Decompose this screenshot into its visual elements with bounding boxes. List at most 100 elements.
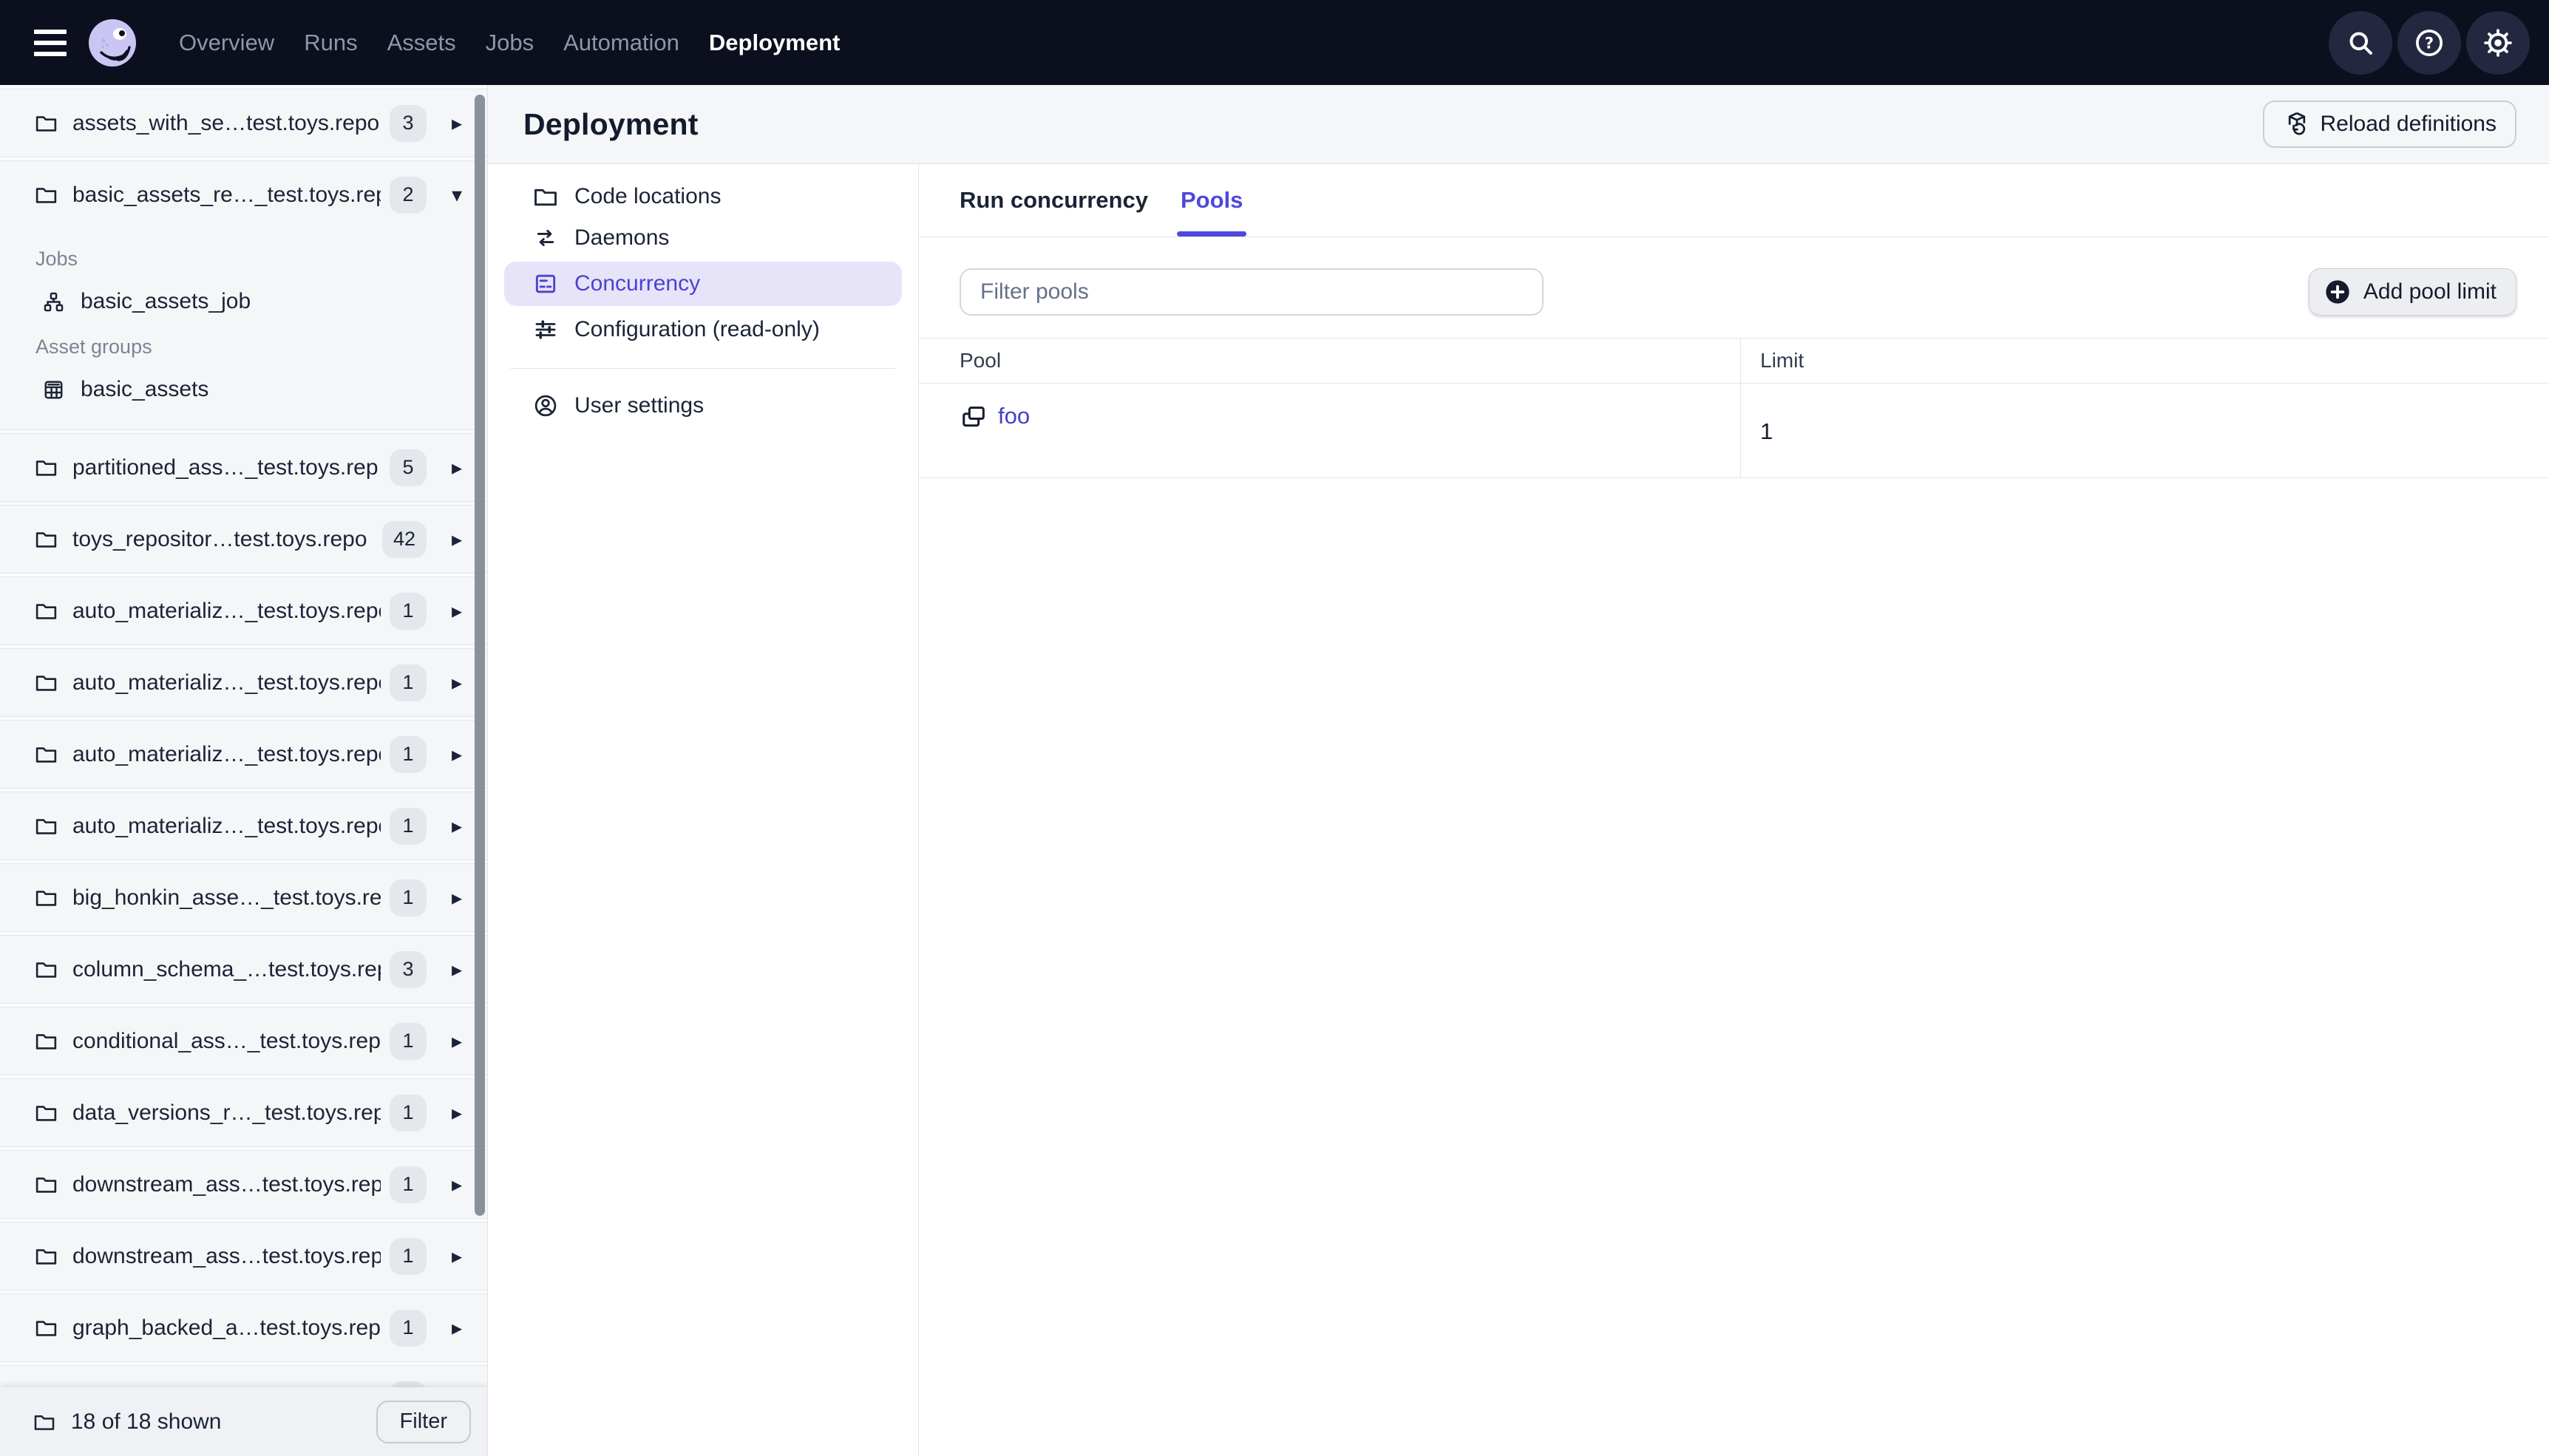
folder-icon [34,1316,58,1340]
filter-pools-input[interactable] [960,268,1544,316]
concurrency-icon [532,271,559,297]
asset-group-item[interactable]: basic_assets [0,369,487,410]
repo-name: column_schema_…test.toys.rep [72,956,381,982]
repo-count-badge: 1 [390,592,427,630]
repo-count-badge: 1 [390,1094,427,1132]
nav-link-deployment[interactable]: Deployment [709,30,840,56]
add-pool-limit-label: Add pool limit [2363,279,2497,304]
repo-count-badge: 3 [390,950,427,988]
chevron-right-icon[interactable]: ▸ [446,742,468,766]
repo-count-badge: 2 [390,176,427,214]
nav-link-automation[interactable]: Automation [563,30,679,56]
repo-name: auto_materializ…_test.toys.repo [72,598,381,623]
repo-row[interactable]: auto_materializ…_test.toys.repo 1 ▸ [0,649,487,716]
repo-count-badge: 1 [390,807,427,845]
repo-row[interactable]: auto_materializ…_test.toys.repo 1 ▸ [0,577,487,644]
chevron-right-icon[interactable]: ▸ [446,527,468,551]
chevron-right-icon[interactable]: ▸ [446,1244,468,1268]
repo-row[interactable]: auto_materializ…_test.toys.repo 1 ▸ [0,792,487,860]
nav-link-runs[interactable]: Runs [304,30,357,56]
asset-groups-section-label: Asset groups [35,336,152,358]
sidebar-footer: 18 of 18 shown Filter [0,1387,487,1456]
repo-row[interactable]: conditional_ass…_test.toys.repo 1 ▸ [0,1007,487,1075]
gear-icon [2482,27,2514,59]
nav-link-overview[interactable]: Overview [179,30,274,56]
repo-sidebar: assets_with_se…test.toys.repo 3 ▸ basic_… [0,85,488,1456]
nav-item-configuration[interactable]: Configuration (read-only) [504,309,902,350]
repo-row[interactable]: auto_materializ…_test.toys.repo 1 ▸ [0,721,487,788]
repo-row[interactable]: partitioned_ass…_test.toys.rep 5 ▸ [0,434,487,501]
repo-list: assets_with_se…test.toys.repo 3 ▸ basic_… [0,85,487,1434]
sliders-icon [532,316,559,343]
chevron-right-icon[interactable]: ▸ [446,670,468,695]
folder-icon [34,527,58,551]
chevron-right-icon[interactable]: ▸ [446,885,468,910]
chevron-right-icon[interactable]: ▸ [446,957,468,982]
reload-definitions-label: Reload definitions [2320,112,2497,136]
nav-item-label: Concurrency [574,271,701,296]
pool-limit-value: 1 [1760,418,1774,444]
repo-count-badge: 42 [381,520,427,558]
repo-name: auto_materializ…_test.toys.repo [72,741,381,766]
filter-button[interactable]: Filter [376,1400,471,1443]
concurrency-content: Run concurrency Pools Add pool limit Poo… [919,164,2549,1456]
tab-pools[interactable]: Pools [1176,164,1247,237]
reload-definitions-button[interactable]: Reload definitions [2262,101,2516,148]
nav-link-jobs[interactable]: Jobs [486,30,534,56]
plus-circle-icon [2323,277,2352,307]
chevron-right-icon[interactable]: ▸ [446,1100,468,1125]
nav-item-label: Configuration (read-only) [574,317,820,341]
job-item[interactable]: basic_assets_job [0,281,487,322]
nav-item-daemons[interactable]: Daemons [504,217,902,259]
chevron-right-icon[interactable]: ▸ [446,1172,468,1197]
pool-table-row: foo 1 [919,384,2549,478]
page-header: Deployment Reload definitions [488,85,2549,164]
chevron-down-icon[interactable]: ▾ [446,183,468,207]
chevron-right-icon[interactable]: ▸ [446,455,468,480]
repo-row[interactable]: downstream_ass…test.toys.rep 1 ▸ [0,1222,487,1290]
repo-count-badge: 1 [390,1237,427,1275]
repo-count-summary: 18 of 18 shown [71,1409,222,1434]
sidebar-scrollbar[interactable] [475,95,485,1216]
add-pool-limit-button[interactable]: Add pool limit [2308,268,2516,316]
folder-icon [34,885,58,910]
repo-row[interactable]: column_schema_…test.toys.rep 3 ▸ [0,936,487,1003]
folder-icon [33,1410,56,1434]
pools-table-header: Pool Limit [919,338,2549,384]
chevron-right-icon[interactable]: ▸ [446,599,468,623]
hamburger-menu-icon[interactable] [34,27,67,59]
help-button[interactable] [2397,10,2461,75]
asset-group-name: basic_assets [81,377,209,401]
column-header-limit: Limit [1760,349,1805,372]
nav-item-concurrency[interactable]: Concurrency [504,262,902,306]
folder-icon [34,111,58,135]
chevron-right-icon[interactable]: ▸ [446,1316,468,1340]
repo-row[interactable]: data_versions_r…_test.toys.rep 1 ▸ [0,1079,487,1146]
dagster-logo-icon[interactable] [87,18,138,68]
tab-run-concurrency[interactable]: Run concurrency [960,164,1148,237]
settings-button[interactable] [2466,10,2530,75]
repo-row[interactable]: big_honkin_asse…_test.toys.rep 1 ▸ [0,864,487,931]
chevron-right-icon[interactable]: ▸ [446,814,468,838]
repo-name: assets_with_se…test.toys.repo [72,110,380,135]
chevron-right-icon[interactable]: ▸ [446,1029,468,1053]
pool-link[interactable]: foo [998,403,1030,429]
repo-row[interactable]: toys_repositor…test.toys.repo 42 ▸ [0,506,487,573]
concurrency-tabs: Run concurrency Pools [919,164,2549,237]
repo-row[interactable]: graph_backed_a…test.toys.repo 1 ▸ [0,1294,487,1361]
nav-item-label: Daemons [574,225,670,250]
chevron-right-icon[interactable]: ▸ [446,111,468,135]
top-nav-links: Overview Runs Assets Jobs Automation Dep… [179,30,840,56]
nav-item-label: Code locations [574,184,722,208]
repo-name: graph_backed_a…test.toys.repo [72,1315,381,1340]
nav-link-assets[interactable]: Assets [387,30,456,56]
search-button[interactable] [2329,10,2392,75]
reload-definitions-icon [2283,110,2311,138]
repo-row[interactable]: assets_with_se…test.toys.repo 3 ▸ [0,89,487,157]
nav-item-code-locations[interactable]: Code locations [504,176,902,217]
pools-table: Pool Limit foo 1 [919,338,2549,478]
nav-item-user-settings[interactable]: User settings [504,385,902,426]
repo-row[interactable]: basic_assets_re…_test.toys.rep 2 ▾ [0,161,487,228]
deployment-nav: Code locations Daemons Concurrency Confi… [488,164,919,1456]
repo-row[interactable]: downstream_ass…test.toys.rep 1 ▸ [0,1151,487,1218]
